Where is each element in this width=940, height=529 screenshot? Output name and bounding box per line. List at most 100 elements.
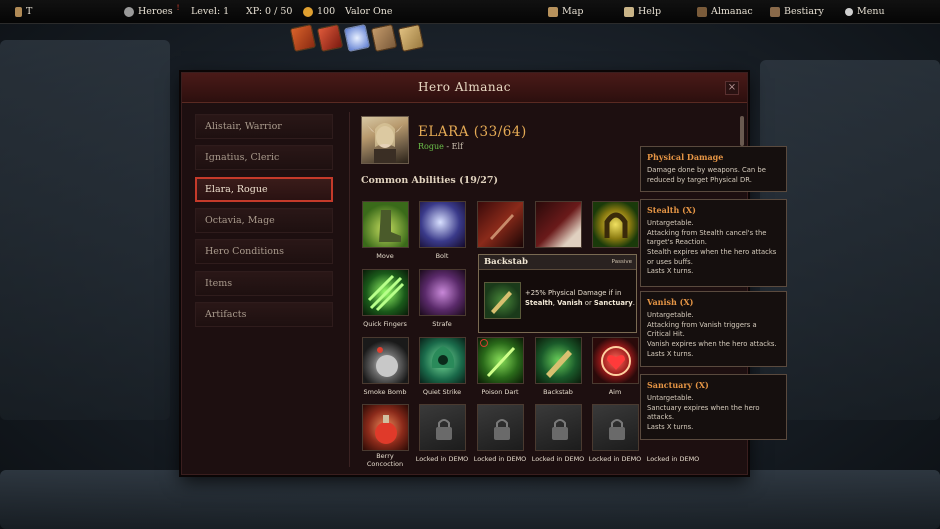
item-belt <box>289 23 425 53</box>
close-icon[interactable]: × <box>725 81 739 95</box>
move-ability-icon[interactable] <box>362 201 409 248</box>
padlock-icon <box>494 419 510 440</box>
tooltip-tag: Passive <box>611 259 632 265</box>
parchment-item-icon[interactable] <box>370 23 398 53</box>
bolt-ability-icon[interactable] <box>419 201 466 248</box>
quiet-strike-ability-icon[interactable] <box>419 337 466 384</box>
keyword-line: Untargetable. <box>647 219 694 227</box>
sidebar-item-hero-conditions[interactable]: Hero Conditions <box>195 239 333 264</box>
horseshoe-ability-icon[interactable] <box>592 201 639 248</box>
locked-ability-label: Locked in DEMO <box>588 455 642 463</box>
bomb-icon <box>376 347 398 377</box>
dagger-icon <box>491 291 512 314</box>
class-separator: - <box>443 142 452 151</box>
dagger-ability-icon[interactable] <box>477 201 524 248</box>
gold-readout: 100 <box>303 6 335 17</box>
tooltip-header: Backstab Passive <box>479 255 636 270</box>
helmet-icon <box>124 6 134 17</box>
quiet-strike-ability-label: Quiet Strike <box>422 388 462 396</box>
content-scrollbar[interactable] <box>740 116 744 146</box>
backstab-ability-label: Backstab <box>543 388 573 396</box>
common-abilities-title: Common Abilities (19/27) <box>361 175 498 186</box>
backstab-tooltip-icon <box>484 282 521 319</box>
keyword-title: Stealth (X) <box>647 205 696 215</box>
crystal-item-icon[interactable] <box>343 23 371 53</box>
spellbook-item-icon[interactable] <box>289 23 317 53</box>
heroes-button[interactable]: Heroes ! <box>124 4 180 17</box>
bundle-item-icon[interactable] <box>397 23 425 53</box>
background-ground <box>0 470 940 529</box>
boot-icon <box>379 210 401 242</box>
content-divider <box>349 112 350 467</box>
red-scroll-item-icon[interactable] <box>316 23 344 53</box>
berry-concoction-ability-label: Berry Concoction <box>354 452 416 469</box>
book-icon <box>697 6 707 17</box>
keyword-title: Physical Damage <box>647 152 724 162</box>
dagger-icon <box>490 214 514 240</box>
locked-ability-icon[interactable] <box>477 404 524 451</box>
padlock-icon <box>609 419 625 440</box>
coin-icon <box>303 6 313 17</box>
sidebar-item-artifacts[interactable]: Artifacts <box>195 302 333 327</box>
hero-name: ELARA (33/64) <box>418 124 527 140</box>
keyword-line: Lasts X turns. <box>647 349 694 358</box>
keyword-line: attacks. <box>647 413 675 422</box>
hooded-figure-icon <box>431 346 455 368</box>
backstab-ability-icon[interactable] <box>535 337 582 384</box>
help-button[interactable]: Help <box>624 6 661 17</box>
party-name: Valor One <box>345 6 393 17</box>
level-readout: Level: 1 <box>191 6 230 17</box>
quick-fingers-ability-icon[interactable] <box>362 269 409 316</box>
sidebar-item-alistair[interactable]: Alistair, Warrior <box>195 114 333 139</box>
blade-ability-icon[interactable] <box>535 201 582 248</box>
potion-icon <box>375 415 397 444</box>
sidebar-item-ignatius[interactable]: Ignatius, Cleric <box>195 145 333 170</box>
keyword-line: Untargetable. <box>647 311 694 319</box>
gold-amount: 100 <box>317 6 336 17</box>
almanac-button[interactable]: Almanac <box>697 6 753 17</box>
keyword-line: Untargetable. <box>647 394 694 402</box>
locked-ability-label: Locked in DEMO <box>646 455 700 463</box>
top-bar: T Heroes ! Level: 1 XP: 0 / 50 100 Valor… <box>0 0 940 24</box>
keyword-title: Vanish (X) <box>647 297 694 307</box>
keyword-line: target's Reaction. <box>647 238 707 247</box>
strafe-ability-icon[interactable] <box>419 269 466 316</box>
heart-target-icon <box>601 346 631 376</box>
map-icon <box>548 6 558 17</box>
background-rock <box>0 40 170 420</box>
strafe-ability-label: Strafe <box>432 320 452 328</box>
bestiary-label: Bestiary <box>784 6 824 17</box>
map-label: Map <box>562 6 584 17</box>
keyword-line: Lasts X turns. <box>647 422 694 431</box>
background-rock <box>760 60 940 420</box>
keyword-line: Lasts X turns. <box>647 267 694 276</box>
panel-title: Hero Almanac <box>418 80 511 94</box>
tooltip-keyword-sanctuary: Sanctuary <box>593 299 633 308</box>
backstab-tooltip: Backstab Passive +25% Physical Damage if… <box>478 254 637 333</box>
smoke-bomb-ability-icon[interactable] <box>362 337 409 384</box>
sidebar-item-octavia[interactable]: Octavia, Mage <box>195 208 333 233</box>
tooltip-sep2: or <box>582 299 594 308</box>
aim-ability-icon[interactable] <box>592 337 639 384</box>
locked-ability-label: Locked in DEMO <box>473 455 527 463</box>
keyword-line: Attacking from Stealth cancel's the <box>647 228 767 237</box>
player-badge[interactable]: T <box>15 6 32 17</box>
keyword-line: Attacking from Vanish triggers a <box>647 320 757 329</box>
sidebar-item-items[interactable]: Items <box>195 271 333 296</box>
sidebar-item-elara[interactable]: Elara, Rogue <box>195 177 333 202</box>
locked-ability-icon[interactable] <box>535 404 582 451</box>
padlock-icon <box>436 419 452 440</box>
panel-header: Hero Almanac × <box>182 73 747 103</box>
bestiary-button[interactable]: Bestiary <box>770 6 824 17</box>
menu-button[interactable]: Menu <box>845 6 885 17</box>
keyword-box-stealth: Stealth (X) Untargetable. Attacking from… <box>640 199 787 287</box>
berry-concoction-ability-icon[interactable] <box>362 404 409 451</box>
player-name: T <box>26 6 33 17</box>
map-button[interactable]: Map <box>548 6 583 17</box>
keyword-line: Sanctuary expires when the hero <box>647 403 760 412</box>
hero-class: Rogue <box>418 142 444 151</box>
locked-ability-icon[interactable] <box>592 404 639 451</box>
locked-ability-icon[interactable] <box>419 404 466 451</box>
quick-fingers-ability-label: Quick Fingers <box>363 320 407 328</box>
bolt-ability-label: Bolt <box>435 252 449 260</box>
